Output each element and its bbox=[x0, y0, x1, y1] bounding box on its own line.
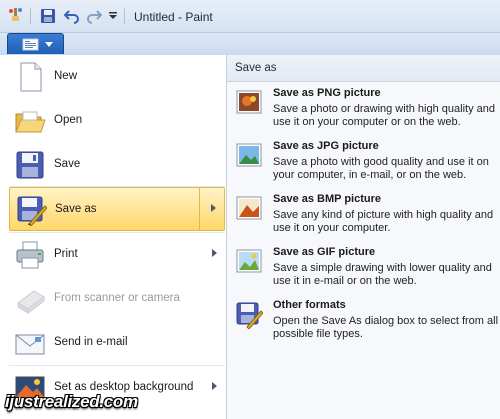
title-bar: Untitled - Paint bbox=[0, 0, 500, 33]
menu-item-send-in-email[interactable]: Send in e-mail bbox=[9, 321, 225, 365]
save-as-icon bbox=[17, 196, 47, 226]
menu-document-icon bbox=[22, 38, 39, 51]
new-document-icon bbox=[20, 62, 42, 92]
scanner-icon bbox=[17, 290, 45, 314]
png-picture-icon bbox=[236, 90, 262, 114]
menu-item-save[interactable]: Save bbox=[9, 143, 225, 187]
open-folder-icon bbox=[15, 111, 46, 133]
format-title: Save as BMP picture bbox=[273, 193, 382, 205]
watermark: ijustrealized.com bbox=[5, 392, 138, 411]
menu-item-label: From scanner or camera bbox=[54, 292, 180, 304]
menu-chevron-down-icon bbox=[45, 42, 53, 47]
save-as-bmp-option[interactable]: Save as BMP picture Save any kind of pic… bbox=[227, 193, 500, 245]
window-title: Untitled - Paint bbox=[134, 10, 213, 24]
ribbon-tab-strip bbox=[0, 33, 500, 56]
email-icon bbox=[15, 334, 45, 355]
format-description: Save a simple drawing with lower quality… bbox=[273, 262, 492, 287]
format-description: Save a photo with good quality and use i… bbox=[273, 156, 489, 181]
menu-item-label: Print bbox=[54, 248, 78, 260]
menu-item-open[interactable]: Open bbox=[9, 99, 225, 143]
panel-title: Save as bbox=[235, 62, 277, 74]
menu-item-new[interactable]: New bbox=[9, 55, 225, 99]
bmp-picture-icon bbox=[236, 196, 262, 220]
file-menu: New Open Save Save as Print From scanner… bbox=[0, 55, 227, 419]
jpg-picture-icon bbox=[236, 143, 262, 167]
gif-picture-icon bbox=[236, 249, 262, 273]
format-title: Save as JPG picture bbox=[273, 140, 379, 152]
save-as-jpg-option[interactable]: Save as JPG picture Save a photo with go… bbox=[227, 140, 500, 192]
customize-toolbar-chevron-icon[interactable] bbox=[108, 11, 118, 21]
format-description: Save any kind of picture with high quali… bbox=[273, 209, 494, 234]
undo-icon[interactable] bbox=[64, 8, 80, 24]
panel-header: Save as bbox=[227, 55, 500, 82]
menu-item-label: Save as bbox=[55, 203, 97, 215]
paint-app-icon[interactable] bbox=[8, 7, 24, 23]
save-as-gif-option[interactable]: Save as GIF picture Save a simple drawin… bbox=[227, 246, 500, 298]
menu-item-label: Open bbox=[54, 114, 83, 126]
submenu-arrow-icon bbox=[211, 204, 216, 212]
save-as-panel: Save as Save as PNG picture Save a photo… bbox=[227, 55, 500, 419]
submenu-arrow-icon bbox=[212, 382, 217, 390]
format-title: Other formats bbox=[273, 299, 346, 311]
menu-item-label: Save bbox=[54, 158, 81, 170]
save-as-png-option[interactable]: Save as PNG picture Save a photo or draw… bbox=[227, 87, 500, 139]
submenu-arrow-icon bbox=[212, 249, 217, 257]
other-formats-option[interactable]: Other formats Open the Save As dialog bo… bbox=[227, 299, 500, 351]
printer-icon bbox=[16, 241, 44, 269]
other-formats-icon bbox=[236, 302, 263, 329]
menu-item-label: Send in e-mail bbox=[54, 336, 128, 348]
quick-save-icon[interactable] bbox=[40, 8, 56, 24]
format-title: Save as PNG picture bbox=[273, 87, 381, 99]
menu-item-save-as[interactable]: Save as bbox=[9, 187, 225, 231]
menu-item-from-scanner-or-camera: From scanner or camera bbox=[9, 277, 225, 321]
menu-item-label: New bbox=[54, 70, 78, 82]
save-disk-icon bbox=[16, 151, 44, 179]
format-description: Open the Save As dialog box to select fr… bbox=[273, 315, 499, 340]
paint-menu-button[interactable] bbox=[7, 33, 64, 54]
format-description: Save a photo or drawing with high qualit… bbox=[273, 103, 495, 128]
format-title: Save as GIF picture bbox=[273, 246, 376, 258]
menu-item-print[interactable]: Print bbox=[9, 233, 225, 277]
redo-icon[interactable] bbox=[86, 8, 102, 24]
